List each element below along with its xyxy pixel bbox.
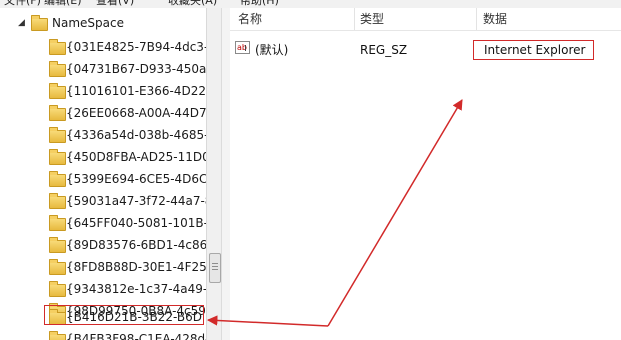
tree-node-label: {B4FB3F98-C1EA-428d- <box>66 332 210 340</box>
tree-node[interactable]: {26EE0668-A00A-44D7 <box>46 102 207 124</box>
value-name-cell[interactable]: (默认) <box>255 40 288 60</box>
tree-node-label: {9343812e-1c37-4a49- <box>66 282 208 296</box>
tree-node[interactable]: {645FF040-5081-101B- <box>46 212 208 234</box>
tree-node-namespace[interactable]: ◢ NameSpace <box>0 12 205 34</box>
tree-node-label: {450D8FBA-AD25-11D0 <box>66 150 210 164</box>
tree-node[interactable]: {59031a47-3f72-44a7-8 <box>46 190 210 212</box>
folder-icon <box>49 105 66 121</box>
menu-bar: 文件(F) 编辑(E) 查看(V) 收藏夹(A) 帮助(H) <box>0 0 621 8</box>
folder-icon <box>49 259 66 275</box>
scrollbar-thumb[interactable] <box>209 253 221 283</box>
tree-node-label: {5399E694-6CE5-4D6C <box>66 172 208 186</box>
menu-help[interactable]: 帮助(H) <box>240 0 279 8</box>
registry-tree: ◢ NameSpace {031E4825-7B94-4dc3- {04731B… <box>0 8 210 340</box>
tree-node[interactable]: {4336a54d-038b-4685- <box>46 124 209 146</box>
tree-node-label: {8FD8B88D-30E1-4F25- <box>66 260 210 274</box>
tree-node[interactable]: {031E4825-7B94-4dc3- <box>46 36 209 58</box>
tree-node-label: {04731B67-D933-450a- <box>66 62 210 76</box>
folder-icon <box>49 215 66 231</box>
tree-node[interactable]: {450D8FBA-AD25-11D0 <box>46 146 210 168</box>
tree-node-label: {89D83576-6BD1-4c86 <box>66 238 208 252</box>
header-divider <box>230 30 621 31</box>
column-divider[interactable] <box>476 8 477 30</box>
folder-icon <box>49 61 66 77</box>
tree-node-label: {11016101-E366-4D22- <box>66 84 210 98</box>
folder-icon <box>49 237 66 253</box>
tree-node-label: {59031a47-3f72-44a7-8 <box>66 194 210 208</box>
tree-node-label: {031E4825-7B94-4dc3- <box>66 40 209 54</box>
tree-node[interactable]: {9343812e-1c37-4a49- <box>46 278 208 300</box>
folder-icon <box>49 149 66 165</box>
expanded-triangle-icon[interactable]: ◢ <box>18 18 28 28</box>
ab-string-icon: ab <box>235 41 250 54</box>
tree-node-label: {4336a54d-038b-4685- <box>66 128 209 142</box>
folder-icon <box>49 193 66 209</box>
tree-node[interactable]: {11016101-E366-4D22- <box>46 80 210 102</box>
folder-open-icon <box>31 15 48 31</box>
tree-node[interactable]: {8FD8B88D-30E1-4F25- <box>46 256 210 278</box>
tree-node-label: NameSpace <box>52 16 124 30</box>
menu-file[interactable]: 文件(F) <box>4 0 41 8</box>
column-header-data[interactable]: 数据 <box>483 8 507 30</box>
folder-icon <box>49 39 66 55</box>
tree-scrollbar[interactable] <box>206 8 222 340</box>
folder-icon <box>49 171 66 187</box>
folder-icon <box>49 83 66 99</box>
value-type-cell[interactable]: REG_SZ <box>360 40 407 60</box>
annotation-tree-highlight <box>44 305 204 325</box>
tree-node[interactable]: {04731B67-D933-450a- <box>46 58 210 80</box>
annotation-highlight-box <box>473 40 594 60</box>
folder-icon <box>49 127 66 143</box>
menu-edit[interactable]: 编辑(E) <box>44 0 82 8</box>
folder-icon <box>49 281 66 297</box>
tree-node[interactable]: {89D83576-6BD1-4c86 <box>46 234 208 256</box>
menu-view[interactable]: 查看(V) <box>96 0 134 8</box>
column-divider[interactable] <box>354 8 355 30</box>
column-header-name[interactable]: 名称 <box>238 8 262 30</box>
tree-node-label: {26EE0668-A00A-44D7 <box>66 106 207 120</box>
tree-node[interactable]: {5399E694-6CE5-4D6C <box>46 168 208 190</box>
folder-icon <box>49 331 66 340</box>
tree-node[interactable]: {B4FB3F98-C1EA-428d- <box>46 328 210 340</box>
menu-favorites[interactable]: 收藏夹(A) <box>168 0 217 8</box>
column-header-type[interactable]: 类型 <box>360 8 384 30</box>
tree-node-label: {645FF040-5081-101B- <box>66 216 208 230</box>
